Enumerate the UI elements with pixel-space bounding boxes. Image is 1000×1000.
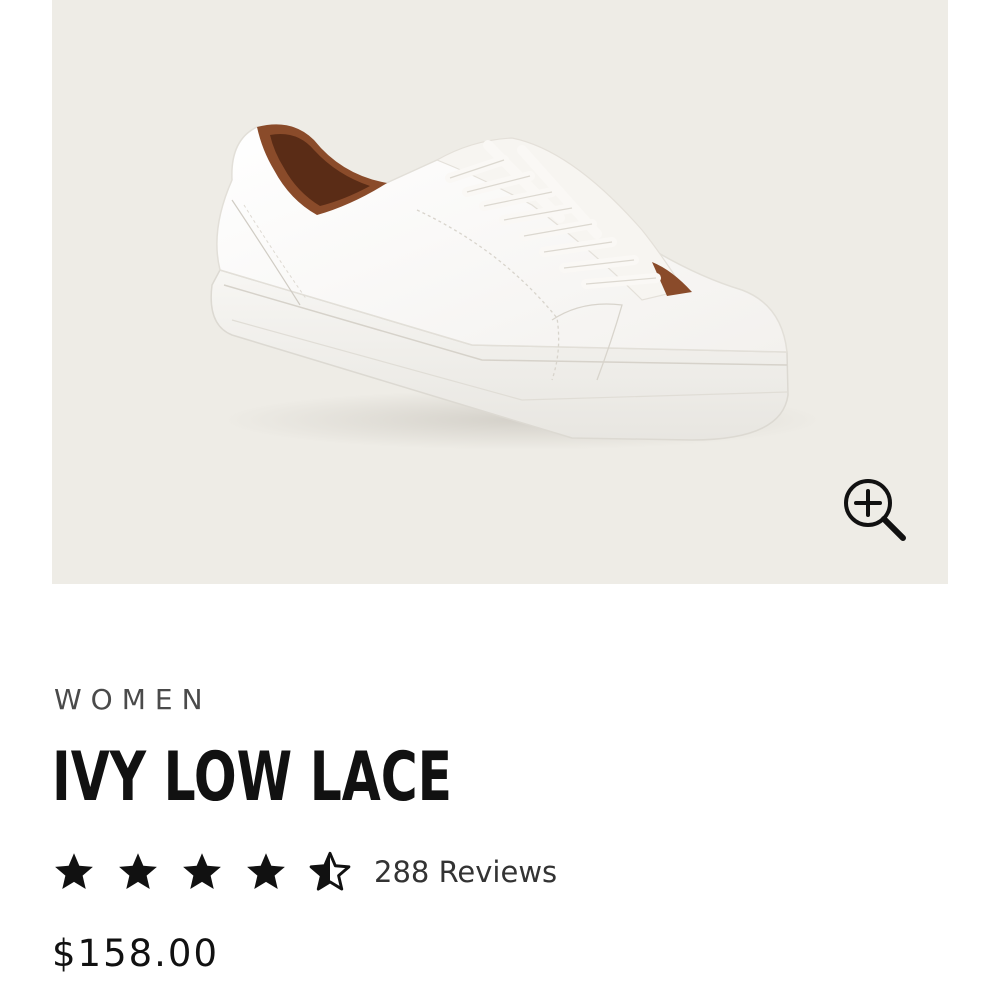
- star-filled-icon: [119, 853, 157, 890]
- star-filled-icon: [247, 853, 285, 890]
- reviews-link[interactable]: 288 Reviews: [374, 855, 557, 889]
- rating-row: 288 Reviews: [52, 846, 557, 898]
- product-image: [210, 124, 822, 450]
- star-filled-icon: [55, 853, 93, 890]
- star-rating[interactable]: [52, 850, 352, 894]
- star-filled-icon: [183, 853, 221, 890]
- product-category: WOMEN: [54, 683, 212, 716]
- zoom-in-icon: [844, 479, 906, 541]
- star-half-icon: [309, 851, 351, 891]
- product-price: $158.00: [52, 932, 220, 975]
- product-image-panel: [52, 0, 948, 584]
- product-detail-page: WOMEN IVY LOW LACE 288 Reviews $158.00: [0, 0, 1000, 1000]
- product-title: IVY LOW LACE: [52, 738, 453, 817]
- zoom-button[interactable]: [839, 474, 909, 544]
